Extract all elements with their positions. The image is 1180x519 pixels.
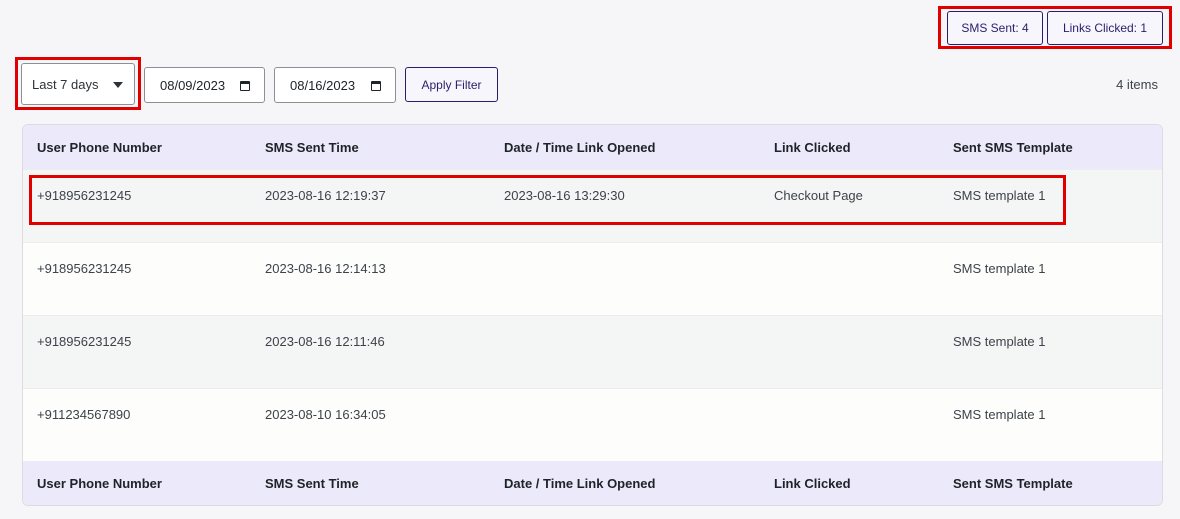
date-range-value: Last 7 days <box>32 76 99 92</box>
column-header: Sent SMS Template <box>953 140 1073 155</box>
phone-cell: +911234567890 <box>37 407 131 422</box>
column-header: SMS Sent Time <box>265 140 359 155</box>
table-footer: User Phone Number SMS Sent Time Date / T… <box>23 461 1162 505</box>
end-date-value: 08/16/2023 <box>290 77 356 93</box>
sent-time-cell: 2023-08-16 12:19:37 <box>265 188 386 203</box>
calendar-icon[interactable] <box>240 81 250 91</box>
items-count: 4 items <box>1116 77 1158 92</box>
column-header: Link Clicked <box>774 140 851 155</box>
column-footer: SMS Sent Time <box>265 476 359 491</box>
apply-filter-button[interactable]: Apply Filter <box>405 67 498 102</box>
table-header: User Phone Number SMS Sent Time Date / T… <box>23 125 1162 169</box>
table-row: +918956231245 2023-08-16 12:11:46 SMS te… <box>23 315 1162 388</box>
start-date-input[interactable]: 08/09/2023 <box>144 67 265 103</box>
template-cell: SMS template 1 <box>953 261 1046 276</box>
template-cell: SMS template 1 <box>953 407 1046 422</box>
column-footer: Link Clicked <box>774 476 851 491</box>
column-footer: Sent SMS Template <box>953 476 1073 491</box>
table-row: +918956231245 2023-08-16 12:14:13 SMS te… <box>23 242 1162 315</box>
end-date-input[interactable]: 08/16/2023 <box>274 67 396 103</box>
sent-time-cell: 2023-08-10 16:34:05 <box>265 407 386 422</box>
table-row: +918956231245 2023-08-16 12:19:37 2023-0… <box>23 169 1162 242</box>
chevron-down-icon <box>113 82 123 88</box>
opened-time-cell: 2023-08-16 13:29:30 <box>504 188 625 203</box>
sent-time-cell: 2023-08-16 12:11:46 <box>265 334 385 349</box>
phone-cell: +918956231245 <box>37 188 132 203</box>
phone-cell: +918956231245 <box>37 261 132 276</box>
template-cell: SMS template 1 <box>953 334 1046 349</box>
table-row: +911234567890 2023-08-10 16:34:05 SMS te… <box>23 388 1162 461</box>
calendar-icon[interactable] <box>371 81 381 91</box>
links-clicked-stat: Links Clicked: 1 <box>1047 11 1163 45</box>
sms-table: User Phone Number SMS Sent Time Date / T… <box>22 124 1163 506</box>
link-clicked-cell: Checkout Page <box>774 188 863 203</box>
template-cell: SMS template 1 <box>953 188 1046 203</box>
sent-time-cell: 2023-08-16 12:14:13 <box>265 261 386 276</box>
sms-sent-stat: SMS Sent: 4 <box>947 11 1043 45</box>
date-range-select[interactable]: Last 7 days <box>21 63 135 105</box>
column-footer: Date / Time Link Opened <box>504 476 656 491</box>
column-header: User Phone Number <box>37 140 162 155</box>
phone-cell: +918956231245 <box>37 334 132 349</box>
column-header: Date / Time Link Opened <box>504 140 656 155</box>
start-date-value: 08/09/2023 <box>160 77 226 93</box>
column-footer: User Phone Number <box>37 476 162 491</box>
